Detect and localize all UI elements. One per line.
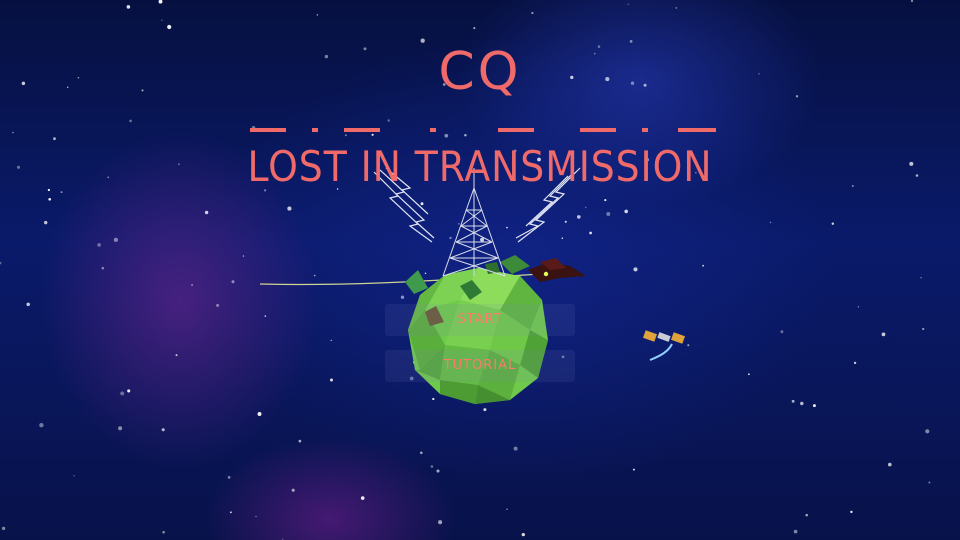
morse-code-divider: [250, 128, 716, 132]
game-subtitle: LOST IN TRANSMISSION: [247, 142, 713, 191]
game-title-screen: CQ LOST IN TRANSMISSION START TUTORIAL: [0, 0, 960, 540]
tutorial-button-label: TUTORIAL: [443, 358, 517, 373]
game-title: CQ: [438, 42, 522, 102]
start-button[interactable]: START: [385, 304, 575, 336]
satellite-icon: [642, 330, 686, 361]
bird-icon: [528, 258, 586, 282]
tutorial-button[interactable]: TUTORIAL: [385, 350, 575, 382]
start-button-label: START: [457, 312, 503, 327]
